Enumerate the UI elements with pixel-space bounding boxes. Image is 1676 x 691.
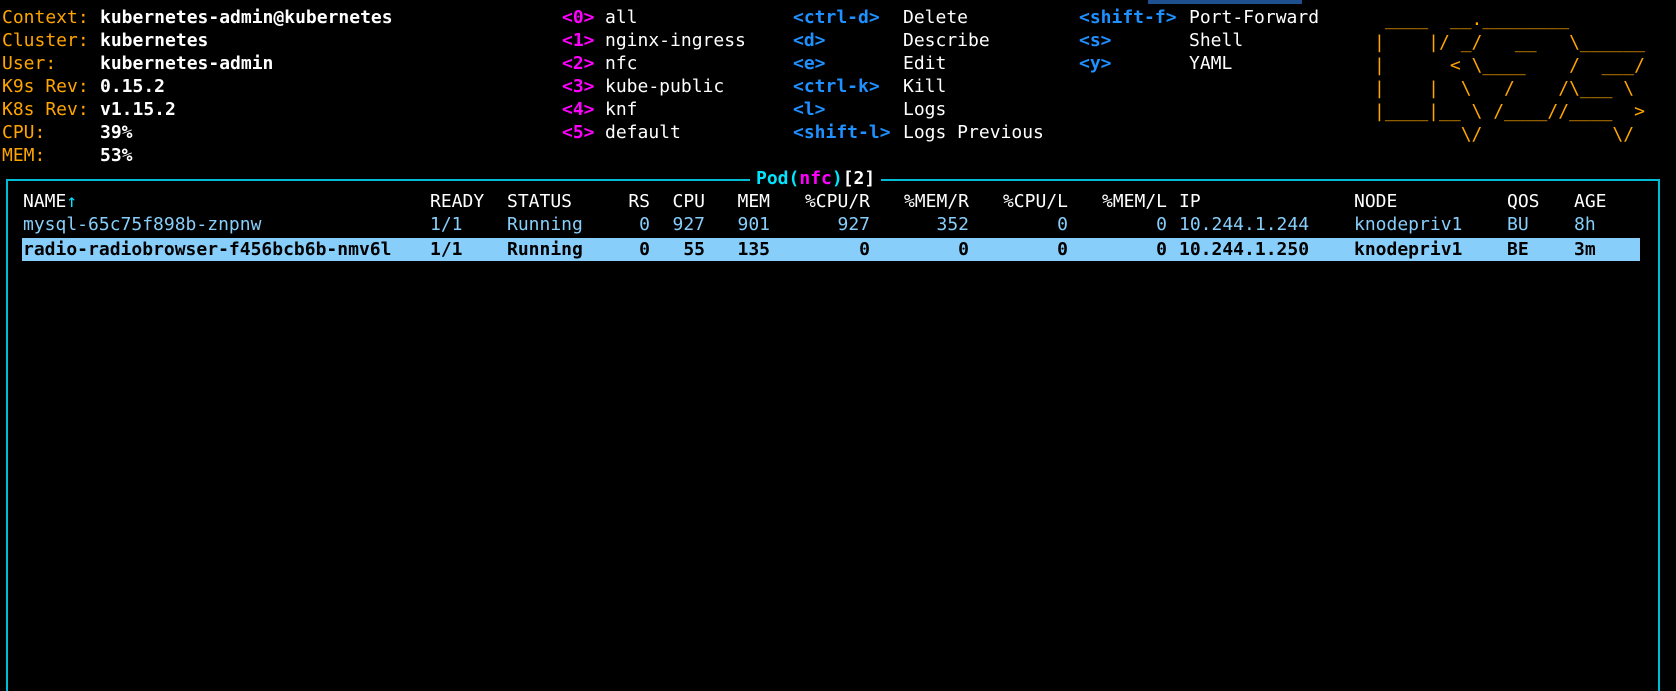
ns-name-0[interactable]: all: [605, 6, 638, 29]
header-cpu-l[interactable]: %CPU/L: [988, 190, 1068, 213]
action-key-shell[interactable]: <s>: [1079, 29, 1112, 52]
row-rs: 0: [639, 239, 650, 260]
context-row: Context:: [2, 6, 89, 29]
action-describe[interactable]: Describe: [903, 29, 990, 52]
header-qos[interactable]: QOS: [1507, 190, 1540, 213]
row-age: 8h: [1574, 214, 1596, 235]
title-namespace: nfc: [799, 168, 832, 189]
header-node[interactable]: NODE: [1354, 190, 1397, 213]
row-name: mysql-65c75f898b-znpnw: [23, 214, 262, 235]
row-status: Running: [507, 214, 583, 235]
action-key-yaml[interactable]: <y>: [1079, 52, 1112, 75]
k9s-logo: ____ __.________ | |/ _/ __ \______ | < …: [1374, 9, 1645, 145]
cpu-value: 39%: [100, 122, 133, 143]
ns-key-2[interactable]: <2>: [562, 52, 595, 75]
row-cpu-r: 0: [859, 239, 870, 260]
action-port-forward[interactable]: Port-Forward: [1189, 6, 1319, 29]
action-logs-previous[interactable]: Logs Previous: [903, 121, 1044, 144]
header-mem[interactable]: MEM: [725, 190, 770, 213]
ns-key-1[interactable]: <1>: [562, 29, 595, 52]
row-mem: 135: [737, 239, 770, 260]
header-mem-l[interactable]: %MEM/L: [1087, 190, 1167, 213]
context-value: kubernetes-admin@kubernetes: [100, 7, 393, 28]
k8s-rev-label: K8s Rev:: [2, 99, 89, 120]
action-key-port-forward[interactable]: <shift-f>: [1079, 6, 1177, 29]
action-key-logs-previous[interactable]: <shift-l>: [793, 121, 891, 144]
k9s-rev-label: K9s Rev:: [2, 76, 89, 97]
action-shell[interactable]: Shell: [1189, 29, 1243, 52]
row-cpu-r: 927: [837, 214, 870, 235]
action-kill[interactable]: Kill: [903, 75, 946, 98]
row-mem-r: 352: [936, 214, 969, 235]
header-status[interactable]: STATUS: [507, 190, 572, 213]
row-mem-r: 0: [958, 239, 969, 260]
row-cpu-l: 0: [1057, 214, 1068, 235]
title-open-paren: (: [788, 168, 800, 189]
header-ip[interactable]: IP: [1179, 190, 1201, 213]
action-key-delete[interactable]: <ctrl-d>: [793, 6, 880, 29]
row-qos: BU: [1507, 214, 1529, 235]
action-yaml[interactable]: YAML: [1189, 52, 1232, 75]
ns-key-3[interactable]: <3>: [562, 75, 595, 98]
context-label: Context:: [2, 7, 89, 28]
header-name[interactable]: NAME↑: [23, 190, 77, 213]
row-cpu-l: 0: [1057, 239, 1068, 260]
action-key-kill[interactable]: <ctrl-k>: [793, 75, 880, 98]
user-label: User:: [2, 53, 57, 74]
row-mem-l: 0: [1156, 214, 1167, 235]
cluster-value: kubernetes: [100, 30, 209, 51]
header-name-label: NAME: [23, 191, 67, 212]
ns-key-0[interactable]: <0>: [562, 6, 595, 29]
row-status: Running: [507, 239, 583, 260]
row-cpu: 55: [683, 239, 705, 260]
ns-key-4[interactable]: <4>: [562, 98, 595, 121]
row-cpu: 927: [672, 214, 705, 235]
ns-key-5[interactable]: <5>: [562, 121, 595, 144]
title-count: [2]: [842, 168, 876, 189]
k8s-rev-value: v1.15.2: [100, 99, 176, 120]
header-cpu-r[interactable]: %CPU/R: [790, 190, 870, 213]
action-key-describe[interactable]: <d>: [793, 29, 826, 52]
row-mem: 901: [737, 214, 770, 235]
row-rs: 0: [639, 214, 650, 235]
mem-label: MEM:: [2, 145, 46, 166]
row-node: knodepriv1: [1354, 239, 1463, 260]
row-ready: 1/1: [430, 214, 463, 235]
user-value: kubernetes-admin: [100, 53, 274, 74]
ns-name-1[interactable]: nginx-ingress: [605, 29, 746, 52]
action-key-edit[interactable]: <e>: [793, 52, 826, 75]
row-mem-l: 0: [1156, 239, 1167, 260]
ns-name-3[interactable]: kube-public: [605, 75, 724, 98]
header-ready[interactable]: READY: [430, 190, 484, 213]
header-mem-r[interactable]: %MEM/R: [889, 190, 969, 213]
action-delete[interactable]: Delete: [903, 6, 968, 29]
row-name: radio-radiobrowser-f456bcb6b-nmv6l: [23, 239, 392, 260]
row-ip: 10.244.1.250: [1179, 239, 1310, 260]
top-accent-bar: [1148, 0, 1302, 4]
row-age: 3m: [1574, 239, 1596, 260]
ns-name-2[interactable]: nfc: [605, 52, 638, 75]
ns-name-4[interactable]: knf: [605, 98, 638, 121]
header-age[interactable]: AGE: [1574, 190, 1607, 213]
row-node: knodepriv1: [1354, 214, 1463, 235]
header-rs[interactable]: RS: [610, 190, 650, 213]
row-ip: 10.244.1.244: [1179, 214, 1310, 235]
mem-value: 53%: [100, 145, 133, 166]
action-edit[interactable]: Edit: [903, 52, 946, 75]
cpu-label: CPU:: [2, 122, 46, 143]
row-qos: BE: [1507, 239, 1529, 260]
row-ready: 1/1: [430, 239, 463, 260]
title-close-paren: ): [831, 168, 843, 189]
cluster-label: Cluster:: [2, 30, 89, 51]
header-cpu[interactable]: CPU: [660, 190, 705, 213]
action-key-logs[interactable]: <l>: [793, 98, 826, 121]
pod-table-title: Pod(nfc)[2]: [750, 167, 882, 190]
k9s-rev-value: 0.15.2: [100, 76, 166, 97]
title-resource: Pod: [756, 168, 789, 189]
action-logs[interactable]: Logs: [903, 98, 946, 121]
sort-asc-icon: ↑: [66, 191, 78, 212]
ns-name-5[interactable]: default: [605, 121, 681, 144]
